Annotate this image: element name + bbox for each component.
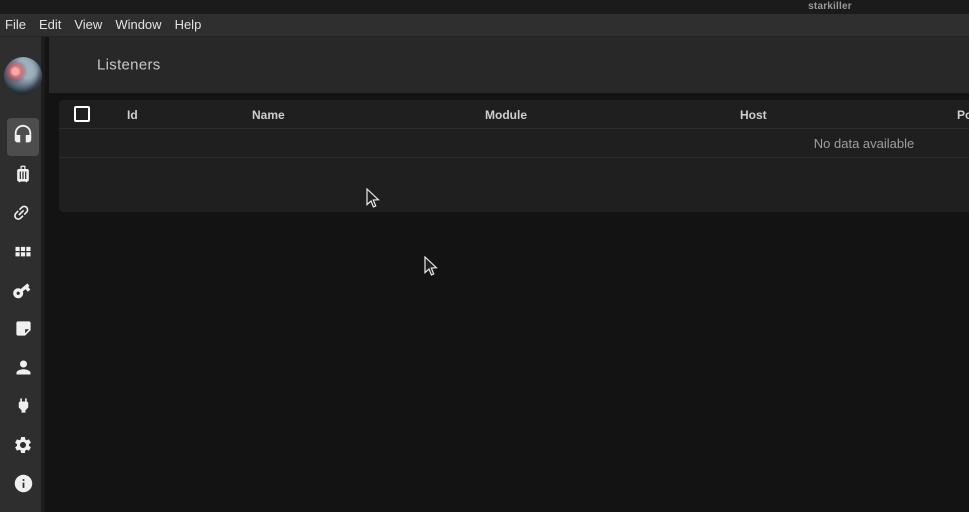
- menu-view[interactable]: View: [74, 14, 102, 36]
- page-title: Listeners: [97, 57, 161, 74]
- briefcase-icon: [13, 164, 33, 189]
- link-icon: [7, 198, 39, 230]
- sidebar-item-credentials[interactable]: [7, 273, 39, 311]
- os-titlebar: starkiller: [0, 0, 969, 14]
- menu-bar: File Edit View Window Help: [0, 14, 969, 37]
- column-header-module[interactable]: Module: [485, 108, 527, 122]
- sidebar-item-users[interactable]: [7, 351, 39, 389]
- column-header-name[interactable]: Name: [252, 108, 285, 122]
- column-header-port[interactable]: Port: [957, 108, 969, 122]
- grid-icon: [13, 241, 33, 266]
- gear-icon: [13, 435, 33, 460]
- menu-window[interactable]: Window: [115, 14, 161, 36]
- select-all-checkbox[interactable]: [74, 106, 90, 122]
- listeners-table: Id Name Module Host Port No data availab…: [59, 100, 969, 212]
- sidebar-nav: [0, 37, 45, 512]
- page-toolbar: Listeners: [49, 37, 969, 93]
- plug-icon: [14, 396, 33, 420]
- headset-icon: [12, 124, 34, 151]
- sidebar-item-about[interactable]: [7, 467, 39, 505]
- key-icon: [7, 276, 38, 308]
- sidebar-item-plugins[interactable]: [7, 389, 39, 427]
- menu-help[interactable]: Help: [175, 14, 202, 36]
- sidebar-item-stagers[interactable]: [7, 157, 39, 195]
- column-header-id[interactable]: Id: [127, 108, 138, 122]
- column-header-host[interactable]: Host: [740, 108, 767, 122]
- menu-edit[interactable]: Edit: [39, 14, 61, 36]
- sidebar-item-settings[interactable]: [7, 428, 39, 466]
- info-icon: [13, 473, 34, 499]
- person-icon: [13, 357, 34, 383]
- sidebar-item-listeners[interactable]: [7, 118, 39, 156]
- starkiller-logo: [4, 57, 42, 95]
- sidebar-item-modules[interactable]: [7, 234, 39, 272]
- empty-state-message: No data available: [814, 136, 914, 151]
- row-divider: [59, 157, 969, 158]
- starkiller-window: { "window": { "title": "starkiller" }, "…: [0, 0, 969, 512]
- sidebar-item-agents[interactable]: [7, 195, 39, 233]
- sidebar-item-reporting[interactable]: [7, 312, 39, 350]
- menu-file[interactable]: File: [5, 14, 26, 36]
- table-header-row: Id Name Module Host Port: [59, 100, 969, 128]
- note-icon: [14, 319, 33, 343]
- window-title: starkiller: [808, 1, 852, 12]
- empty-state-row: No data available: [59, 129, 969, 157]
